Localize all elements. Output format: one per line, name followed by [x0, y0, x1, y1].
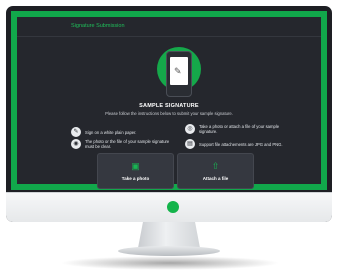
- attach-file-label: Attach a file: [202, 175, 229, 181]
- camera-icon: ▣: [131, 160, 140, 171]
- monitor-stand-neck: [138, 222, 200, 248]
- phone-illustration: ✎: [157, 47, 201, 97]
- take-photo-button[interactable]: ▣ Take a photo: [97, 153, 174, 189]
- monitor-screen: Signature Submission ✎ SAMPLE SIGNATURE …: [11, 11, 327, 190]
- panel-title: Signature Submission: [71, 23, 125, 29]
- take-photo-label: Take a photo: [121, 175, 150, 181]
- instruction-text: Sign on a white plain paper.: [85, 129, 137, 135]
- file-upload-icon: ⇧: [211, 160, 220, 171]
- instruction-item: ▤ Support file attachements are JPG and …: [185, 139, 289, 149]
- monitor-stand-base: [118, 246, 220, 256]
- instruction-item: ◉ The photo or the file of your sample s…: [71, 139, 175, 149]
- panel-header: Signature Submission: [17, 17, 321, 37]
- power-indicator: [167, 201, 179, 213]
- file-icon: ▤: [185, 139, 195, 149]
- instruction-text: Take a photo or attach a file of your sa…: [199, 124, 280, 134]
- attach-file-button[interactable]: ⇧ Attach a file: [177, 153, 254, 189]
- signature-icon: ✎: [174, 66, 182, 76]
- monitor-shadow: [60, 256, 280, 270]
- page-subheading: Please follow the instructions below to …: [105, 111, 233, 116]
- page-heading: SAMPLE SIGNATURE: [139, 103, 199, 109]
- scene: Signature Submission ✎ SAMPLE SIGNATURE …: [0, 0, 338, 270]
- instruction-text: The photo or the file of your sample sig…: [85, 139, 170, 149]
- signature-panel: Signature Submission ✎ SAMPLE SIGNATURE …: [17, 17, 321, 189]
- monitor-chin: [6, 192, 332, 222]
- phone-body: ✎: [166, 51, 192, 97]
- monitor: Signature Submission ✎ SAMPLE SIGNATURE …: [6, 6, 332, 222]
- eye-icon: ◉: [71, 139, 81, 149]
- instruction-item: ◎ Take a photo or attach a file of your …: [185, 124, 289, 134]
- phone-screen: ✎: [170, 57, 188, 85]
- instruction-item: ✎ Sign on a white plain paper.: [71, 127, 175, 137]
- instruction-text: Support file attachements are JPG and PN…: [199, 141, 283, 147]
- camera-icon: ◎: [185, 124, 195, 134]
- pen-icon: ✎: [71, 127, 81, 137]
